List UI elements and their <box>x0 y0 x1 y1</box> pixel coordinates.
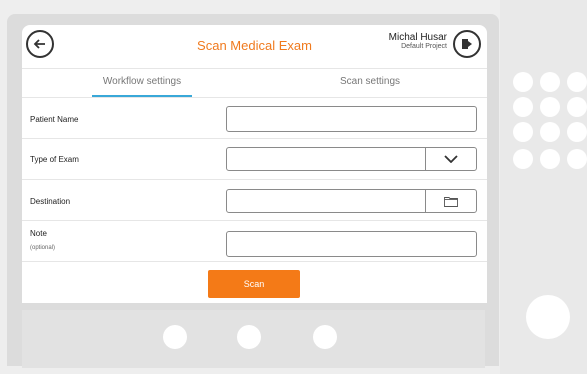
keypad-key-5[interactable] <box>540 97 560 117</box>
project-name: Default Project <box>401 43 447 50</box>
chevron-down-icon <box>444 155 458 163</box>
printer-device: Scan Medical Exam Michal Husar Default P… <box>0 0 587 374</box>
folder-icon <box>444 196 458 207</box>
logout-icon <box>462 39 472 49</box>
keypad-key-12[interactable] <box>567 149 587 169</box>
keypad-key-1[interactable] <box>513 72 533 92</box>
destination-label: Destination <box>30 197 71 206</box>
tab-bar: Workflow settings Scan settings <box>22 69 487 98</box>
patient-name-input[interactable] <box>226 106 477 132</box>
keypad-key-11[interactable] <box>540 149 560 169</box>
note-label: Note <box>30 229 47 238</box>
type-of-exam-dropdown-button[interactable] <box>425 148 476 170</box>
destination-browse-button[interactable] <box>425 190 476 212</box>
destination-row: Destination <box>22 180 487 221</box>
type-of-exam-row: Type of Exam <box>22 139 487 180</box>
hardware-button-3[interactable] <box>313 325 337 349</box>
patient-name-label: Patient Name <box>30 115 79 124</box>
user-name: Michal Husar <box>388 32 447 43</box>
hardware-button-2[interactable] <box>237 325 261 349</box>
type-of-exam-label: Type of Exam <box>30 155 79 164</box>
keypad-key-10[interactable] <box>513 149 533 169</box>
keypad-key-3[interactable] <box>567 72 587 92</box>
keypad-key-6[interactable] <box>567 97 587 117</box>
home-button[interactable] <box>526 295 570 339</box>
patient-name-row: Patient Name <box>22 98 487 139</box>
keypad-key-2[interactable] <box>540 72 560 92</box>
destination-input[interactable] <box>226 189 477 213</box>
keypad-key-9[interactable] <box>567 122 587 142</box>
note-row: Note (optional) <box>22 221 487 262</box>
tab-workflow-settings[interactable]: Workflow settings <box>92 69 192 97</box>
scan-button[interactable]: Scan <box>208 270 300 298</box>
type-of-exam-select[interactable] <box>226 147 477 171</box>
hardware-button-1[interactable] <box>163 325 187 349</box>
keypad-key-4[interactable] <box>513 97 533 117</box>
keypad-key-7[interactable] <box>513 122 533 142</box>
tab-scan-settings[interactable]: Scan settings <box>320 69 420 97</box>
note-optional-label: (optional) <box>30 245 56 251</box>
keypad-key-8[interactable] <box>540 122 560 142</box>
touch-screen: Scan Medical Exam Michal Husar Default P… <box>22 25 487 303</box>
logout-button[interactable] <box>453 30 481 58</box>
app-header: Scan Medical Exam Michal Husar Default P… <box>22 25 487 69</box>
note-input[interactable] <box>226 231 477 257</box>
